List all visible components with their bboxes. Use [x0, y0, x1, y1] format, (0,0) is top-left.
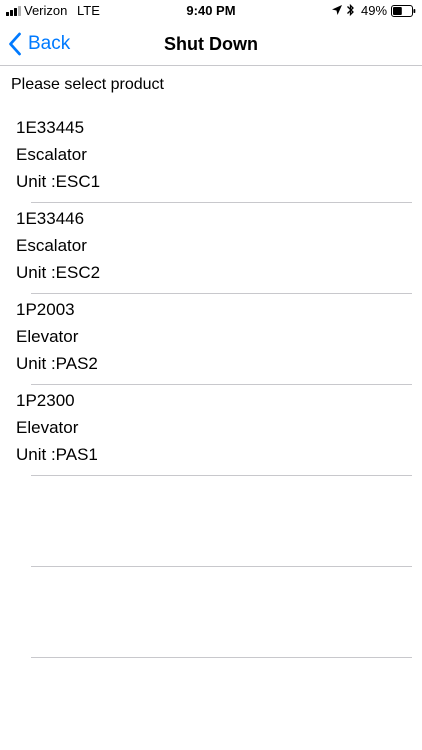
product-type: Escalator — [16, 145, 87, 164]
product-type: Elevator — [16, 327, 79, 346]
back-button-label: Back — [28, 33, 71, 54]
product-type: Elevator — [16, 418, 79, 437]
product-list: 1E33445 Escalator Unit :ESC1 1E33446 Esc… — [0, 112, 422, 658]
product-id: 1E33446 — [16, 209, 85, 228]
product-id: 1E33445 — [16, 118, 85, 137]
chevron-left-icon — [9, 32, 21, 56]
empty-row — [0, 476, 422, 567]
battery-icon — [391, 5, 416, 17]
bluetooth-icon — [347, 3, 354, 17]
product-row[interactable]: 1P2003 Elevator Unit :PAS2 — [0, 294, 422, 385]
product-unit: Unit :ESC1 — [16, 172, 101, 191]
product-row[interactable]: 1E33445 Escalator Unit :ESC1 — [0, 112, 422, 203]
navigation-bar: Shut Down Back — [0, 22, 422, 66]
status-bar: Verizon LTE 9:40 PM 49% — [0, 0, 422, 22]
back-button[interactable]: Back — [8, 30, 70, 58]
product-type: Escalator — [16, 236, 87, 255]
empty-row — [0, 567, 422, 658]
battery-percentage: 49% — [361, 3, 388, 18]
product-unit: Unit :PAS1 — [16, 445, 98, 464]
select-product-prompt: Please select product — [11, 76, 164, 93]
product-unit: Unit :PAS2 — [16, 354, 98, 373]
location-icon — [332, 5, 342, 15]
screen: Verizon LTE 9:40 PM 49% Shut Down Back P… — [0, 0, 422, 750]
product-id: 1P2300 — [16, 391, 75, 410]
product-unit: Unit :ESC2 — [16, 263, 101, 282]
product-row[interactable]: 1P2300 Elevator Unit :PAS1 — [0, 385, 422, 476]
product-id: 1P2003 — [16, 300, 75, 319]
status-time: 9:40 PM — [186, 3, 236, 18]
product-row[interactable]: 1E33446 Escalator Unit :ESC2 — [0, 203, 422, 294]
